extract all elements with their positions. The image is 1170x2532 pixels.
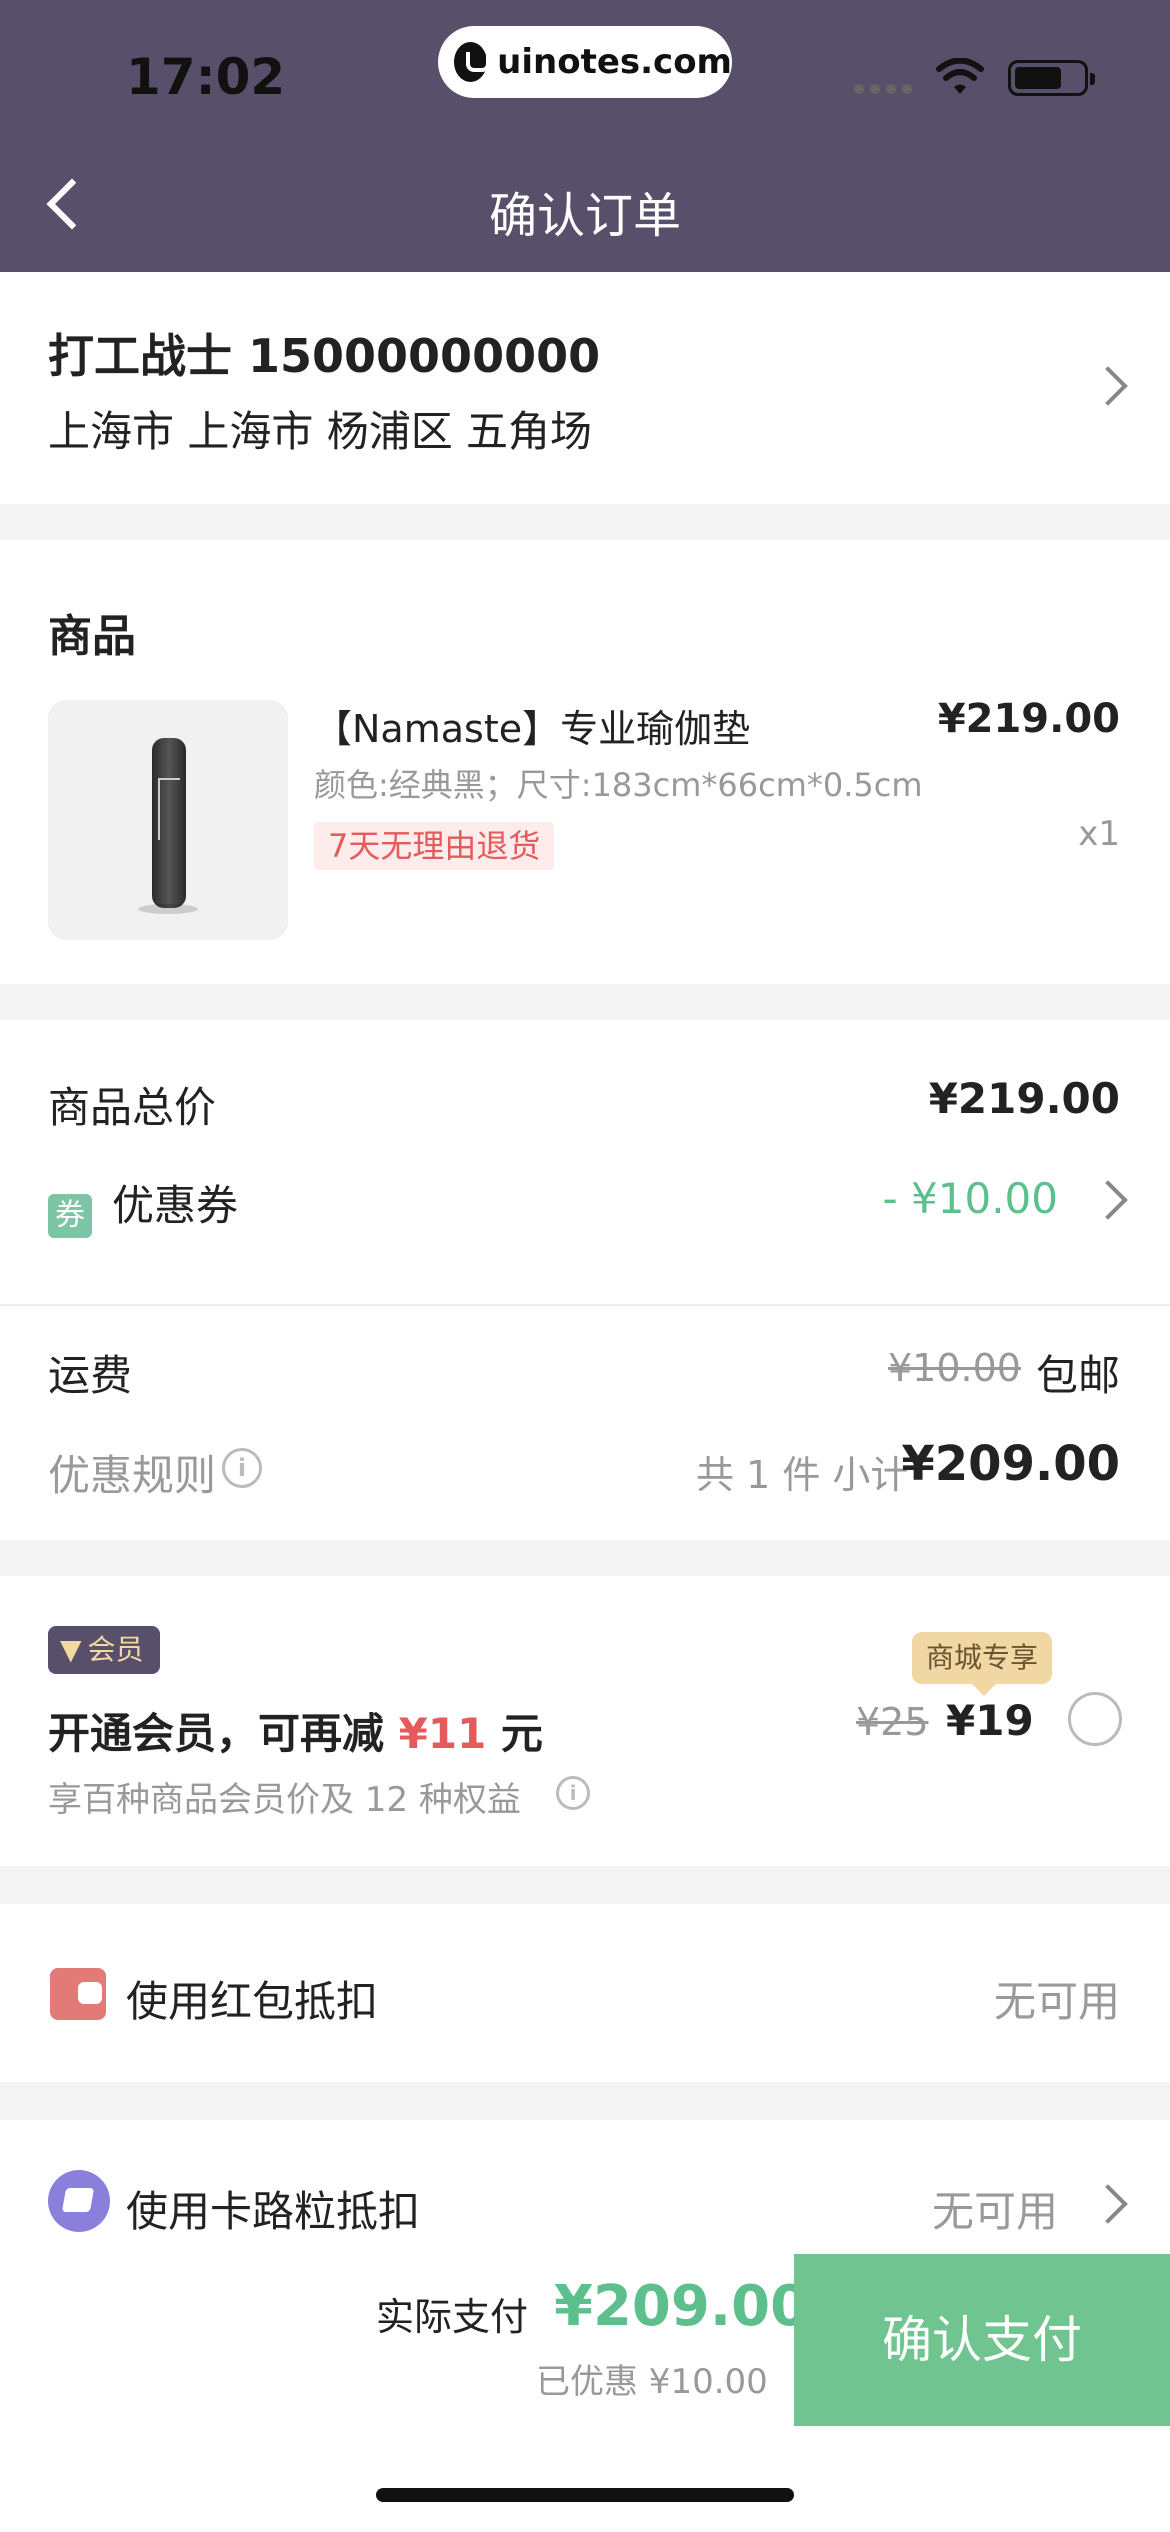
chevron-right-icon <box>1088 366 1128 406</box>
mall-exclusive-tag: 商城专享 <box>912 1632 1053 1696</box>
vip-discount-amount: ¥11 <box>398 1709 487 1758</box>
page-title: 确认订单 <box>488 188 681 244</box>
address-card[interactable]: 打工战士 15000000000 上海市 上海市 杨浦区 五角场 <box>0 272 1170 504</box>
actual-pay-label: 实际支付 <box>376 2295 529 2339</box>
wallet-icon <box>50 1968 106 2020</box>
vip-badge: ▼ 会员 <box>48 1626 160 1674</box>
watermark-pill: uinotes.com <box>438 26 732 98</box>
home-indicator <box>376 2488 794 2502</box>
shipping-old-fee: ¥10.00 <box>888 1346 1021 1390</box>
goods-total-label: 商品总价 <box>48 1083 217 1132</box>
return-policy-badge: 7天无理由退货 <box>314 822 555 870</box>
watermark-logo-icon <box>454 42 491 82</box>
address-detail: 上海市 上海市 杨浦区 五角场 <box>48 407 593 456</box>
shipping-label: 运费 <box>48 1351 133 1400</box>
vip-benefits: 享百种商品会员价及 12 种权益 <box>48 1780 521 1820</box>
redpack-value: 无可用 <box>993 1977 1120 2026</box>
kaluli-value: 无可用 <box>931 2187 1058 2236</box>
vip-section[interactable]: ▼ 会员 开通会员，可再减 ¥11 元 享百种商品会员价及 12 种权益 i 商城… <box>0 1576 1170 1866</box>
status-time: 17:02 <box>126 48 286 106</box>
divider <box>0 1304 1170 1306</box>
kaluli-coin-icon <box>48 2170 110 2232</box>
coupon-icon: 券 <box>48 1194 92 1238</box>
chevron-right-icon <box>1088 2184 1128 2224</box>
product-name[interactable]: 【Namaste】专业瑜伽垫 <box>314 698 750 753</box>
product-image[interactable] <box>48 700 288 940</box>
recipient-name-phone: 打工战士 15000000000 <box>48 329 601 383</box>
section-title: 商品 <box>48 611 136 662</box>
subtotal-value: ¥209.00 <box>901 1436 1120 1492</box>
wifi-icon <box>936 58 984 94</box>
chevron-right-icon[interactable] <box>1088 1180 1128 1220</box>
info-icon[interactable]: i <box>222 1448 262 1488</box>
actual-pay-amount: ¥209.00 <box>554 2274 810 2339</box>
product-quantity: x1 <box>1078 814 1120 854</box>
redpack-label: 使用红包抵扣 <box>126 1977 379 2026</box>
redpack-row[interactable]: 使用红包抵扣 无可用 <box>0 1904 1170 2082</box>
shipping-fee: 包邮 <box>1035 1351 1120 1400</box>
kaluli-label: 使用卡路粒抵扣 <box>126 2187 421 2236</box>
discount-rule-label[interactable]: 优惠规则 <box>48 1442 216 1503</box>
heart-icon: ▼ <box>60 1633 82 1666</box>
price-summary: 商品总价 ¥219.00 券 优惠券 - ¥10.00 运费 ¥10.00 包邮… <box>0 1020 1170 1540</box>
info-icon[interactable]: i <box>556 1776 590 1810</box>
item-count: 共 1 件 小计 <box>696 1453 909 1497</box>
battery-icon <box>1008 60 1095 96</box>
product-price: ¥219.00 <box>937 696 1120 742</box>
coupon-value[interactable]: - ¥10.00 <box>883 1174 1058 1223</box>
discount-amount: 已优惠 ¥10.00 <box>536 2362 768 2402</box>
yoga-mat-image <box>152 738 186 908</box>
product-spec: 颜色:经典黑；尺寸:183cm*66cm*0.5cm <box>314 766 923 804</box>
coupon-label[interactable]: 优惠券 <box>112 1172 238 1233</box>
nav-header: 17:02 uinotes.com 确认订单 <box>0 0 1170 272</box>
signal-icon <box>854 84 912 94</box>
confirm-pay-button[interactable]: 确认支付 <box>794 2254 1170 2426</box>
vip-old-price: ¥25 <box>856 1700 929 1744</box>
vip-select-radio[interactable] <box>1068 1692 1122 1746</box>
goods-total-value: ¥219.00 <box>928 1074 1120 1123</box>
watermark-text: uinotes.com <box>497 42 732 82</box>
vip-title: 开通会员，可再减 ¥11 元 <box>48 1709 543 1758</box>
vip-new-price: ¥19 <box>946 1696 1034 1745</box>
product-section: 商品 【Namaste】专业瑜伽垫 颜色:经典黑；尺寸:183cm*66cm*0… <box>0 540 1170 984</box>
vip-badge-label: 会员 <box>87 1633 144 1666</box>
